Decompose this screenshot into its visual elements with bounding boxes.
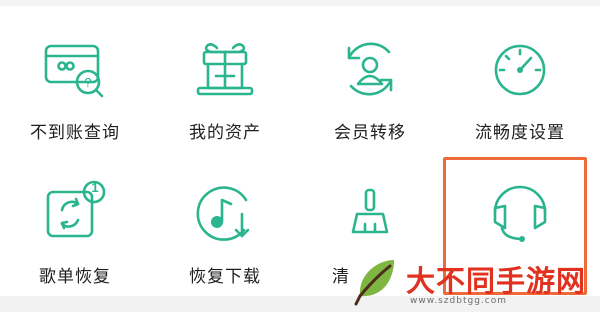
menu-item-label: 流畅度设置 <box>475 123 565 143</box>
top-divider <box>0 0 600 6</box>
menu-item-my-assets[interactable]: 我的资产 <box>150 8 300 152</box>
watermark: 大不同手游网 www.szdbtgg.com <box>350 254 600 312</box>
watermark-url: www.szdbtgg.com <box>410 296 507 306</box>
speedometer-icon <box>485 34 555 104</box>
card-search-icon: ? <box>40 34 110 104</box>
menu-item-label: 会员转移 <box>334 123 406 143</box>
brush-icon <box>335 178 405 248</box>
menu-item-member-transfer[interactable]: 会员转移 <box>295 8 445 152</box>
menu-item-restore-download[interactable]: 恢复下载 <box>150 152 300 296</box>
menu-item-label: 歌单恢复 <box>39 267 111 287</box>
svg-text:?: ? <box>84 75 91 90</box>
watermark-title: 大不同手游网 <box>406 264 587 298</box>
menu-item-smoothness-settings[interactable]: 流畅度设置 <box>445 8 595 152</box>
music-download-icon <box>190 178 260 248</box>
leaf-logo-icon <box>354 256 398 306</box>
user-transfer-icon <box>335 34 405 104</box>
menu-item-label: 不到账查询 <box>30 123 120 143</box>
badge-count: 1 <box>91 180 99 195</box>
playlist-restore-icon: 1 <box>40 178 110 248</box>
gift-box-icon <box>190 34 260 104</box>
menu-item-arrival-query[interactable]: ? 不到账查询 <box>0 8 150 152</box>
menu-item-label: 我的资产 <box>189 123 261 143</box>
menu-item-playlist-restore[interactable]: 1 歌单恢复 <box>0 152 150 296</box>
menu-item-label: 恢复下载 <box>189 267 261 287</box>
